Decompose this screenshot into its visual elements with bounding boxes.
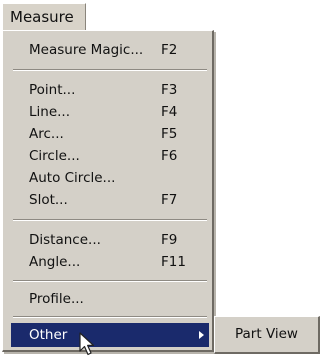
submenu-item-part-view[interactable]: Part View	[235, 326, 298, 342]
menu-item-shortcut: F9	[161, 232, 178, 248]
menu-item-shortcut: F7	[161, 192, 178, 208]
menu-item-shortcut: F3	[161, 82, 178, 98]
menu-item-slot[interactable]: Slot... F7	[13, 189, 209, 211]
menu-item-label: Other	[29, 327, 68, 343]
measure-dropdown-menu: Measure Magic... F2 Point... F3 Line... …	[2, 30, 214, 352]
menu-item-label: Arc...	[29, 126, 64, 142]
menu-item-label: Auto Circle...	[29, 170, 116, 186]
menu-item-shortcut: F5	[161, 126, 178, 142]
menu-separator	[13, 69, 207, 71]
menu-item-circle[interactable]: Circle... F6	[13, 145, 209, 167]
menu-item-label: Measure Magic...	[29, 42, 144, 58]
menu-item-distance[interactable]: Distance... F9	[13, 229, 209, 251]
mouse-cursor-icon	[79, 332, 95, 356]
menu-item-label: Point...	[29, 82, 76, 98]
menu-measure-label: Measure	[10, 8, 74, 26]
menu-item-point[interactable]: Point... F3	[13, 79, 209, 101]
screenshot-canvas: Measure Measure Magic... F2 Point... F3 …	[0, 0, 326, 358]
menu-item-auto-circle[interactable]: Auto Circle...	[13, 167, 209, 189]
menu-item-profile[interactable]: Profile...	[13, 288, 209, 310]
menu-item-line[interactable]: Line... F4	[13, 101, 209, 123]
menu-item-shortcut: F4	[161, 104, 178, 120]
chevron-right-icon	[199, 331, 204, 339]
menu-item-label: Line...	[29, 104, 71, 120]
menu-item-angle[interactable]: Angle... F11	[13, 251, 209, 273]
menu-item-shortcut: F6	[161, 148, 178, 164]
menu-item-label: Circle...	[29, 148, 80, 164]
menu-separator	[13, 280, 207, 282]
menu-item-shortcut: F11	[161, 254, 186, 270]
menu-item-shortcut: F2	[161, 42, 178, 58]
menu-separator	[13, 219, 207, 221]
other-submenu: Part View	[214, 316, 320, 354]
menu-item-label: Distance...	[29, 232, 101, 248]
menu-item-other[interactable]: Other	[11, 323, 209, 347]
menu-measure[interactable]: Measure	[2, 3, 86, 31]
menu-item-label: Angle...	[29, 254, 81, 270]
menu-item-label: Profile...	[29, 291, 84, 307]
menu-item-label: Slot...	[29, 192, 68, 208]
menu-item-arc[interactable]: Arc... F5	[13, 123, 209, 145]
menu-item-measure-magic[interactable]: Measure Magic... F2	[13, 39, 209, 61]
menu-separator	[13, 316, 207, 318]
